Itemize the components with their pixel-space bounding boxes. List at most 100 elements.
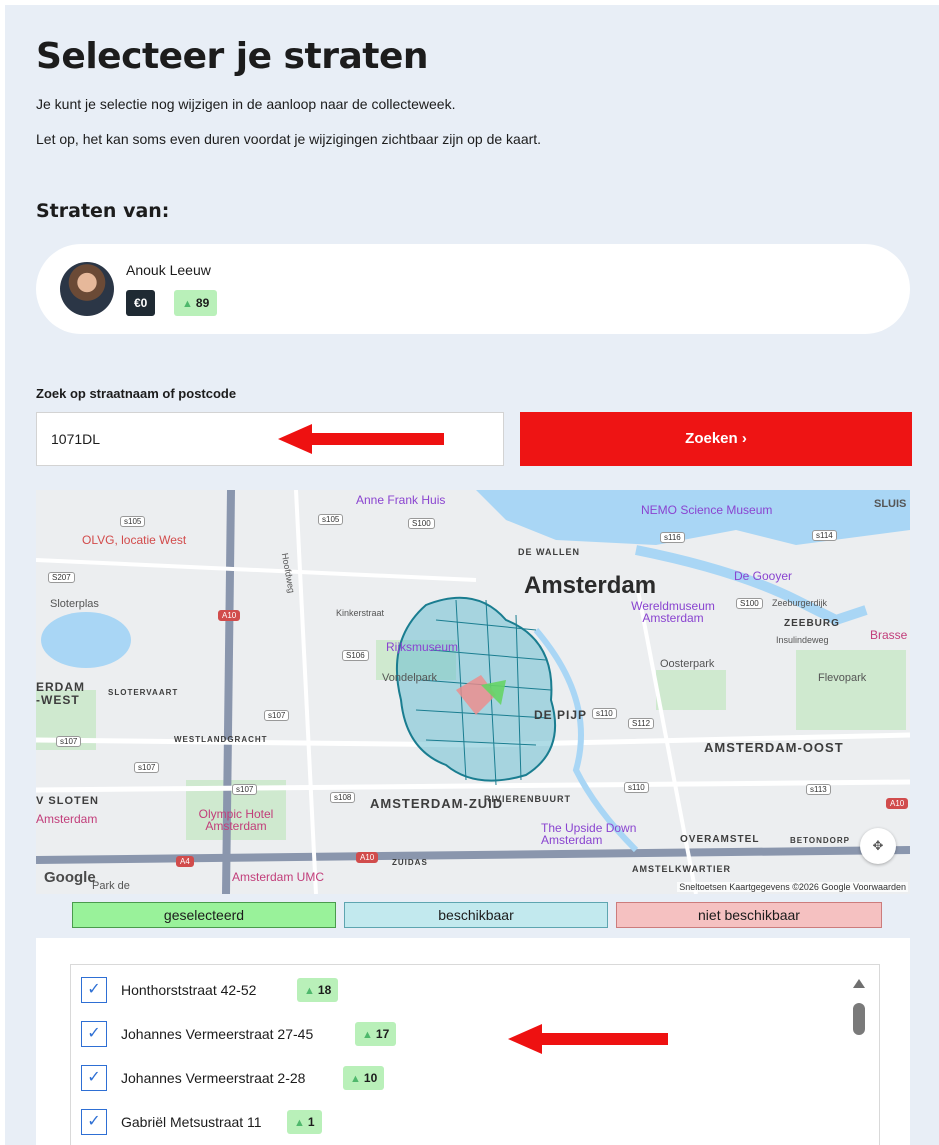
street-checkbox[interactable]: ✓ <box>81 1021 107 1047</box>
search-label: Zoek op straatnaam of postcode <box>36 386 237 401</box>
road-shield: s113 <box>806 784 831 795</box>
house-icon: ▲ <box>350 1073 361 1085</box>
scroll-up-icon[interactable] <box>853 979 865 988</box>
map-label-erdam-west: ERDAM -WEST <box>36 680 85 707</box>
map-label-betondorp: BETONDORP <box>790 836 850 845</box>
street-homes-badge: ▲ 10 <box>343 1066 385 1090</box>
road-shield: s110 <box>624 782 649 793</box>
homes-count: 89 <box>195 296 210 310</box>
street-homes-badge: ▲ 17 <box>355 1022 397 1046</box>
map-label-olympic-hotel: Olympic Hotel Amsterdam <box>198 807 274 833</box>
road-shield: s105 <box>318 514 344 525</box>
intro-text-1: Je kunt je selectie nog wijzigen in de a… <box>36 96 456 112</box>
collector-name: Anouk Leeuw <box>126 262 211 278</box>
street-checkbox[interactable]: ✓ <box>81 1065 107 1091</box>
street-name: Johannes Vermeerstraat 2-28 <box>121 1070 306 1086</box>
map-label-flevopark: Flevopark <box>818 672 867 684</box>
street-checkbox[interactable]: ✓ <box>81 1109 107 1135</box>
intro-text-2: Let op, het kan soms even duren voordat … <box>36 131 542 147</box>
house-icon: ▲ <box>182 298 193 310</box>
annotation-arrow-list <box>508 1024 668 1054</box>
map-label-zeeburgerdijk: Zeeburgerdijk <box>772 598 828 608</box>
street-list-panel: ✓ Honthorststraat 42-52 ▲ 18 ✓ Johannes V… <box>36 938 910 1145</box>
arrow-head <box>278 424 312 454</box>
page-title: Selecteer je straten <box>36 36 429 77</box>
road-shield: s116 <box>660 532 685 543</box>
road-shield: A10 <box>356 852 379 863</box>
map-label-zeeburg: ZEEBURG <box>784 618 840 629</box>
road-shield: s110 <box>592 708 617 719</box>
road-shield: A10 <box>218 610 241 621</box>
road-shield: s108 <box>330 792 356 803</box>
arrow-head <box>508 1024 542 1054</box>
house-icon: ▲ <box>304 985 315 997</box>
map-label-overamstel: OVERAMSTEL <box>680 834 760 845</box>
map-label-rijksmuseum: Rijksmuseum <box>386 640 459 654</box>
road-shield: s107 <box>134 762 160 773</box>
road-shield: s107 <box>56 736 82 747</box>
map-label-v-sloten: V SLOTEN <box>36 795 100 807</box>
map[interactable]: Anne Frank Huis NEMO Science Museum SLUI… <box>36 490 910 894</box>
homes-badge: ▲ 89 <box>174 290 218 316</box>
map-label-brasse: Brasse <box>870 628 908 642</box>
road-shield: S100 <box>408 518 435 529</box>
map-water-sloterplas <box>41 612 131 668</box>
map-label-city: Amsterdam <box>524 572 657 599</box>
road-shield: S112 <box>628 718 655 729</box>
road-shield: s107 <box>232 784 258 795</box>
street-homes-badge: ▲ 18 <box>297 978 339 1002</box>
legend-selected: geselecteerd <box>72 902 336 928</box>
map-label-zuidas: ZUIDAS <box>392 858 428 867</box>
road-shield: A4 <box>176 856 194 867</box>
road-shield: s114 <box>812 530 837 541</box>
street-homes-count: 17 <box>375 1027 390 1041</box>
street-checkbox[interactable]: ✓ <box>81 977 107 1003</box>
road-shield: s107 <box>264 710 290 721</box>
map-label-amsterdam-oost: AMSTERDAM-OOST <box>704 740 844 755</box>
house-icon: ▲ <box>294 1117 305 1129</box>
map-attribution[interactable]: Sneltoetsen Kaartgegevens ©2026 Google V… <box>677 882 908 892</box>
map-label-de-gooyer: De Gooyer <box>734 569 793 583</box>
map-label-vondelpark: Vondelpark <box>382 672 438 684</box>
map-label-westlandgracht: WESTLANDGRACHT <box>174 735 268 744</box>
map-label-anne-frank: Anne Frank Huis <box>356 493 446 507</box>
street-homes-count: 10 <box>363 1071 378 1085</box>
amount-badge: €0 <box>126 290 156 316</box>
map-label-park-de: Park de <box>92 880 130 892</box>
street-name: Gabriël Metsustraat 11 <box>121 1114 262 1130</box>
house-icon: ▲ <box>362 1029 373 1041</box>
collector-card: Anouk Leeuw €0 ▲ 89 <box>36 244 910 334</box>
street-name: Johannes Vermeerstraat 27-45 <box>121 1026 314 1042</box>
legend-unavailable: niet beschikbaar <box>616 902 882 928</box>
annotation-arrow-search <box>278 424 444 454</box>
street-homes-count: 1 <box>307 1115 315 1129</box>
map-label-de-pijp: DE PIJP <box>534 708 588 722</box>
map-pan-control-icon[interactable]: ✥ <box>860 828 896 864</box>
road-shield: s105 <box>120 516 146 527</box>
map-label-insulindeweg: Insulindeweg <box>776 635 829 645</box>
map-label-amsterdam-left: Amsterdam <box>36 812 98 826</box>
street-homes-badge: ▲ 1 <box>287 1110 322 1134</box>
street-list[interactable]: ✓ Honthorststraat 42-52 ▲ 18 ✓ Johannes V… <box>70 964 880 1145</box>
street-name: Honthorststraat 42-52 <box>121 982 257 998</box>
legend-available: beschikbaar <box>344 902 608 928</box>
arrow-shaft <box>308 433 444 445</box>
section-title: Straten van: <box>36 200 170 222</box>
map-label-sluis: SLUIS <box>874 498 907 510</box>
map-label-upside-down: The Upside Down Amsterdam <box>541 821 637 847</box>
road-shield: S106 <box>342 650 369 661</box>
map-label-kinkerstraat: Kinkerstraat <box>336 608 385 618</box>
road-shield: S207 <box>48 572 75 583</box>
arrow-shaft <box>538 1033 668 1045</box>
road-shield: S100 <box>736 598 763 609</box>
map-label-nemo: NEMO Science Museum <box>641 503 773 517</box>
search-button[interactable]: Zoeken › <box>520 412 912 466</box>
map-label-de-wallen: DE WALLEN <box>518 547 580 557</box>
avatar <box>60 262 114 316</box>
map-label-olvg: OLVG, locatie West <box>82 533 187 547</box>
map-label-sloterplas: Sloterplas <box>50 598 99 610</box>
google-logo: Google <box>44 869 96 886</box>
map-park-ooster <box>656 670 726 710</box>
scrollbar-thumb[interactable] <box>853 1003 865 1035</box>
map-label-rivierenbuurt: RIVIERENBUURT <box>484 794 572 804</box>
